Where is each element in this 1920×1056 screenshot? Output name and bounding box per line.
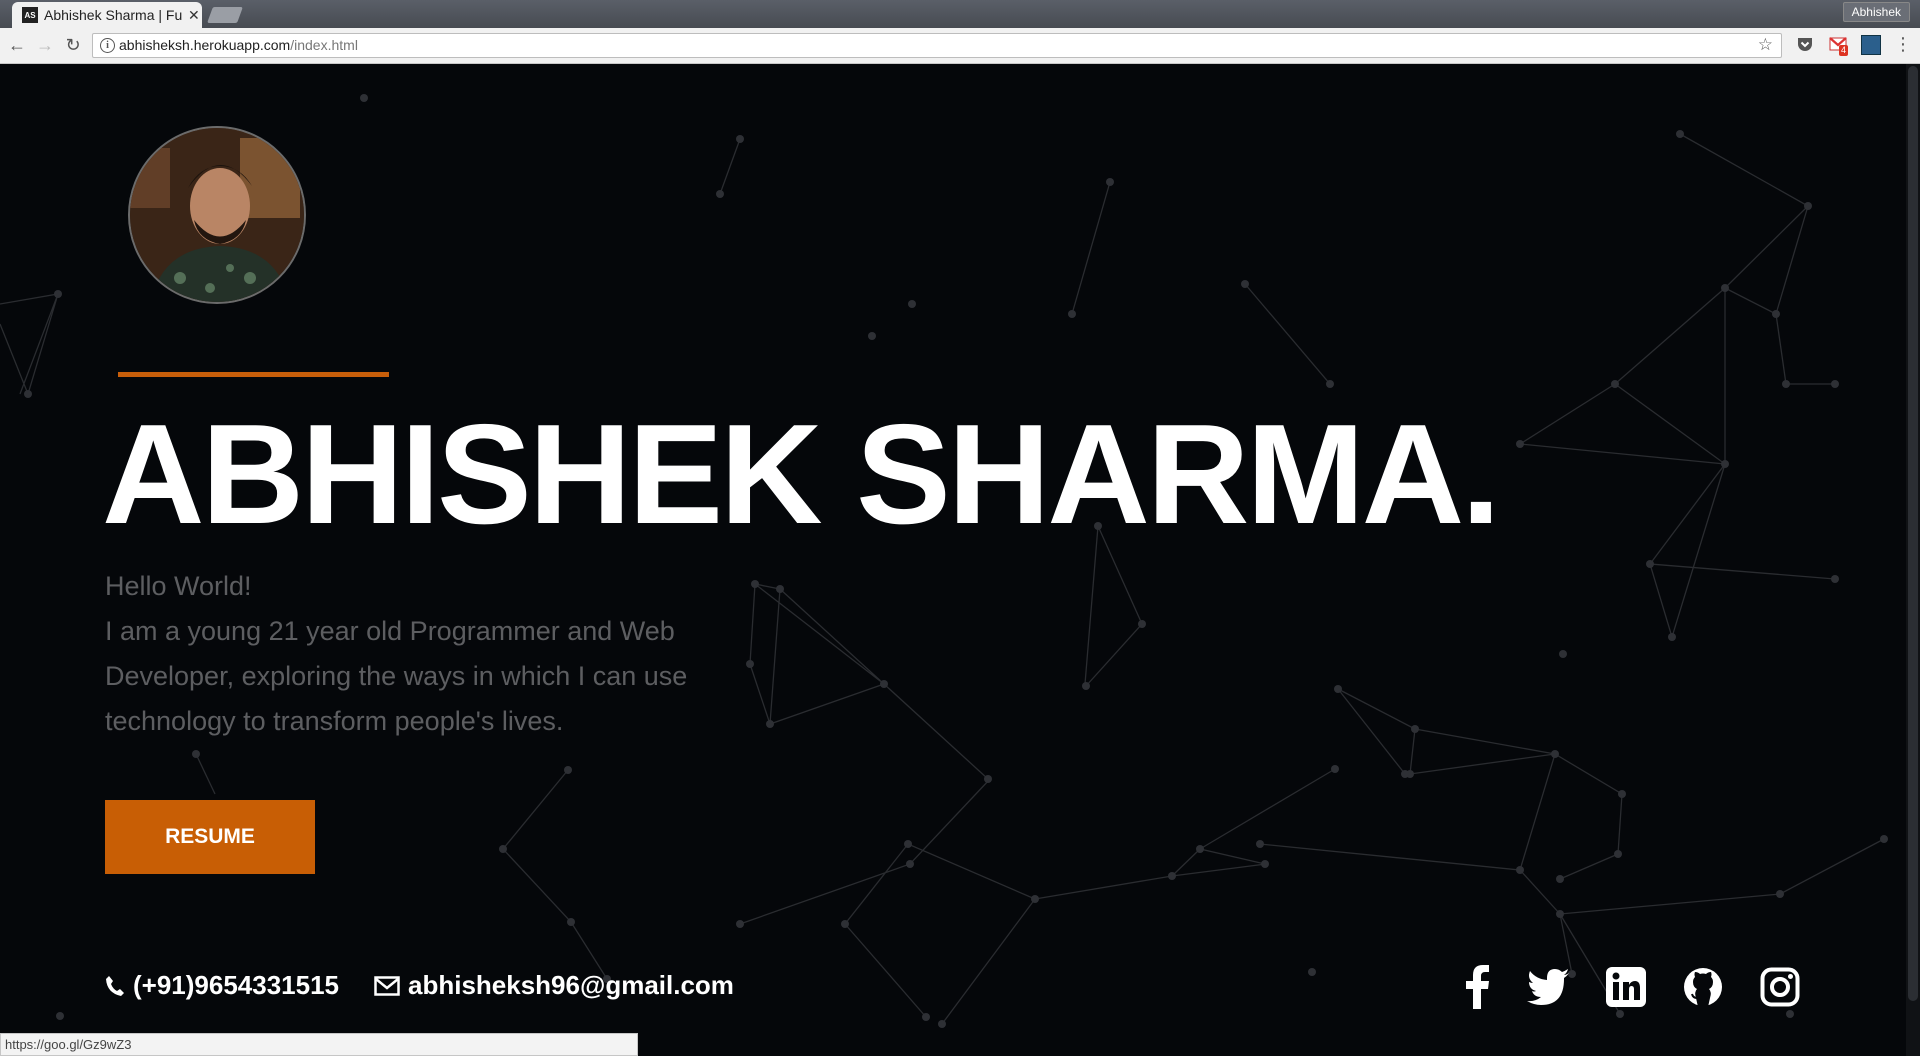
close-tab-icon[interactable]: ✕ bbox=[188, 7, 200, 24]
favicon-icon: AS bbox=[22, 7, 38, 23]
profile-button[interactable]: Abhishek bbox=[1842, 2, 1910, 22]
new-tab-button[interactable] bbox=[207, 7, 243, 23]
tab-title: Abhishek Sharma | Fu bbox=[44, 7, 183, 23]
info-icon[interactable]: i bbox=[100, 38, 115, 53]
linkedin-icon[interactable] bbox=[1604, 964, 1648, 1010]
scrollbar-thumb[interactable] bbox=[1908, 66, 1918, 1001]
page-scrollbar[interactable] bbox=[1906, 64, 1920, 1056]
url-text: abhisheksh.herokuapp.com/index.html bbox=[119, 37, 358, 53]
hero-name: ABHISHEK SHARMA. bbox=[102, 395, 1501, 554]
page: ABHISHEK SHARMA. Hello World! I am a you… bbox=[0, 64, 1920, 1056]
bio-text: I am a young 21 year old Programmer and … bbox=[105, 616, 688, 736]
extension-icon[interactable] bbox=[1861, 35, 1881, 55]
address-bar[interactable]: i abhisheksh.herokuapp.com/index.html ☆ bbox=[92, 33, 1782, 58]
phone-number: (+91)9654331515 bbox=[133, 970, 340, 1000]
pocket-icon[interactable] bbox=[1796, 35, 1814, 53]
intro-text: Hello World! I am a young 21 year old Pr… bbox=[105, 564, 705, 744]
gmail-icon[interactable]: 4 bbox=[1829, 35, 1849, 56]
resume-button[interactable]: RESUME bbox=[105, 800, 315, 874]
url-host: abhisheksh.herokuapp.com bbox=[119, 37, 291, 53]
email-address: abhisheksh96@gmail.com bbox=[408, 970, 734, 1000]
browser-tab[interactable]: AS Abhishek Sharma | Fu ✕ bbox=[12, 2, 202, 28]
facebook-icon[interactable] bbox=[1455, 964, 1499, 1010]
email-link[interactable]: abhisheksh96@gmail.com bbox=[374, 970, 734, 1001]
phone-link[interactable]: (+91)9654331515 bbox=[105, 970, 339, 1001]
gmail-badge: 4 bbox=[1839, 45, 1849, 56]
phone-icon bbox=[106, 975, 124, 996]
profile-avatar bbox=[128, 126, 306, 304]
github-icon[interactable] bbox=[1681, 964, 1725, 1010]
browser-toolbar: ← → ↻ i abhisheksh.herokuapp.com/index.h… bbox=[0, 28, 1920, 64]
browser-status-bar: https://goo.gl/Gz9wZ3 bbox=[0, 1033, 638, 1056]
url-path: /index.html bbox=[290, 37, 358, 53]
greeting-text: Hello World! bbox=[105, 571, 252, 601]
twitter-icon[interactable] bbox=[1526, 964, 1570, 1010]
back-icon[interactable]: ← bbox=[6, 34, 28, 56]
browser-tabstrip: AS Abhishek Sharma | Fu ✕ Abhishek bbox=[0, 0, 1920, 28]
envelope-icon bbox=[374, 975, 400, 996]
instagram-icon[interactable] bbox=[1758, 964, 1802, 1010]
reload-icon[interactable]: ↻ bbox=[62, 34, 84, 56]
forward-icon[interactable]: → bbox=[34, 34, 56, 56]
menu-icon[interactable]: ⋮ bbox=[1894, 34, 1912, 55]
star-icon[interactable]: ☆ bbox=[1758, 35, 1773, 55]
accent-divider bbox=[118, 372, 389, 377]
